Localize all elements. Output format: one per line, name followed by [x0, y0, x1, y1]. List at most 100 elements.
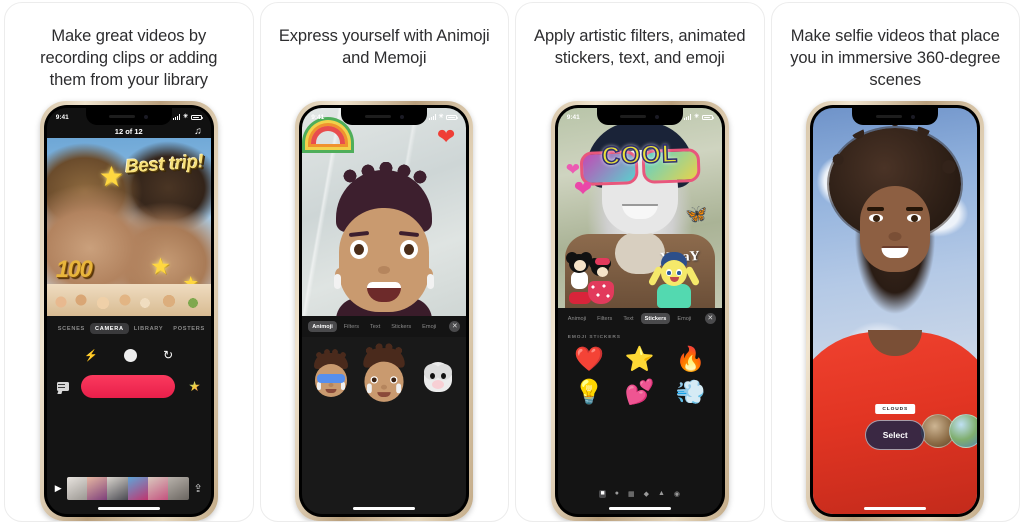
mouse-nose	[431, 380, 444, 389]
tool-animoji[interactable]: Animoji	[308, 321, 337, 332]
phone-screen: 9:41 ☀ COOL ❤ ❤ 🦋 Animoji Filters Text S…	[557, 108, 722, 514]
close-icon[interactable]: ✕	[704, 313, 716, 324]
tool-emoji[interactable]: Emoji	[673, 313, 695, 324]
shapes-icon[interactable]: ◆	[644, 490, 649, 498]
memoji-face	[334, 208, 435, 312]
memoji-portrait[interactable]	[357, 343, 411, 402]
tab-posters[interactable]: POSTERS	[168, 323, 210, 334]
tab-library[interactable]: LIBRARY	[129, 323, 169, 334]
star-sticker: ★	[98, 161, 124, 192]
dash-cloud-sticker[interactable]: 💨	[665, 380, 716, 405]
clip-thumb[interactable]	[107, 477, 128, 500]
tool-emoji[interactable]: Emoji	[418, 321, 440, 332]
cellular-signal-icon	[428, 114, 436, 120]
tool-stickers[interactable]: Stickers	[640, 313, 671, 324]
home-indicator	[97, 506, 160, 510]
close-icon[interactable]: ✕	[449, 321, 461, 332]
tab-scenes[interactable]: SCENES	[53, 323, 90, 334]
animoji-face	[314, 364, 347, 397]
timeline-strip[interactable]: ▶ ⇪	[47, 477, 211, 500]
landscape-scene-thumb[interactable]	[949, 414, 978, 448]
mouse-animoji[interactable]	[416, 353, 460, 397]
effects-icon[interactable]: ■	[599, 490, 606, 498]
front-camera-icon	[399, 114, 404, 119]
clip-thumb[interactable]	[147, 477, 169, 500]
animoji-picker	[302, 337, 467, 514]
screenshot-card-3[interactable]: Apply artistic filters, animated sticker…	[515, 2, 765, 522]
flip-camera-icon[interactable]: ↻	[163, 348, 173, 362]
share-icon[interactable]: ⇪	[194, 482, 203, 495]
joy-character-sticker	[647, 252, 701, 308]
tool-stickers[interactable]: Stickers	[387, 321, 415, 332]
screenshot-card-2[interactable]: Express yourself with Animoji and Memoji…	[259, 2, 509, 522]
record-button[interactable]	[81, 375, 176, 398]
airpod-icon	[340, 382, 345, 390]
caption-text: Best trip!	[124, 151, 205, 178]
photo-mode-icon[interactable]	[124, 348, 138, 362]
memoji-preview[interactable]: ❤	[302, 108, 467, 316]
memoji-mouth	[367, 282, 402, 302]
red-heart-sticker[interactable]: ❤️	[564, 347, 615, 372]
star-sticker: ★	[150, 253, 171, 279]
notch	[596, 108, 683, 125]
screenshot-card-1[interactable]: Make great videos by recording clips or …	[4, 2, 254, 522]
joy-dress	[656, 284, 691, 308]
mouse-head	[423, 362, 452, 392]
animoji-mouth	[377, 392, 391, 397]
tool-filters[interactable]: Filters	[340, 321, 363, 332]
music-note-icon[interactable]: ♫	[194, 126, 202, 137]
play-icon[interactable]: ▶	[55, 483, 62, 494]
clip-thumb[interactable]	[127, 477, 148, 500]
clip-thumb[interactable]	[86, 477, 108, 500]
tool-text[interactable]: Text	[366, 321, 384, 332]
filtered-photo-preview[interactable]: COOL ❤ ❤ 🦋 YaaaY	[557, 108, 722, 308]
status-indicators: ☀	[173, 114, 203, 120]
mickey-head	[565, 252, 592, 273]
minnie-head	[588, 258, 611, 277]
two-hearts-sticker[interactable]: 💕	[614, 380, 665, 405]
record-row: ★	[47, 375, 211, 398]
glowing-star-sticker[interactable]: ⭐	[614, 347, 665, 372]
video-preview[interactable]: ★ Best trip! ★ ★ 100	[46, 138, 211, 316]
flash-icon[interactable]: ⚡	[84, 349, 98, 362]
captions-icon[interactable]	[56, 382, 69, 391]
status-indicators: ☀	[684, 114, 714, 120]
clip-thumb[interactable]	[168, 477, 189, 500]
subject-eye	[869, 214, 884, 222]
filters-icon[interactable]: ●	[615, 490, 619, 498]
select-button[interactable]: Select	[865, 420, 926, 450]
phone-bezel: 9:41 ☀ ❤ Animoji Filters Text Stickers E…	[299, 105, 470, 517]
frame-icon[interactable]: ▦	[628, 490, 635, 498]
globe-icon[interactable]: ◉	[674, 490, 680, 498]
minnie-bow	[594, 258, 610, 265]
battery-icon	[701, 114, 714, 120]
tool-text[interactable]: Text	[619, 313, 637, 324]
memoji-with-glasses[interactable]	[309, 349, 353, 397]
subject-nose	[888, 232, 902, 241]
filmstrip[interactable]	[66, 477, 189, 500]
iphone-frame: CLOUDS Select	[806, 101, 985, 521]
scene-name-label: CLOUDS	[875, 404, 916, 414]
animoji-mouth	[325, 389, 337, 393]
tool-filters[interactable]: Filters	[593, 313, 616, 324]
minnie-mouse-sticker	[587, 254, 616, 304]
effects-star-icon[interactable]: ★	[188, 378, 201, 395]
fire-sticker[interactable]: 🔥	[665, 347, 716, 372]
animoji-eye	[370, 376, 379, 384]
memoji-brow	[349, 230, 370, 238]
clip-thumb[interactable]	[66, 477, 87, 500]
home-indicator	[608, 506, 671, 510]
phone-screen: CLOUDS Select	[813, 108, 978, 514]
airpod-icon	[316, 382, 321, 390]
subject-mouth	[881, 246, 909, 258]
light-bulb-sticker[interactable]: 💡	[564, 380, 615, 405]
tool-animoji[interactable]: Animoji	[564, 313, 590, 324]
alert-icon[interactable]: ▲	[658, 490, 665, 498]
tab-camera[interactable]: CAMERA	[89, 323, 129, 334]
front-camera-icon	[655, 114, 660, 119]
front-camera-icon	[144, 114, 149, 119]
subject-brow	[906, 207, 924, 211]
sticker-grid: ❤️ ⭐ 🔥 💡 💕 💨	[558, 345, 722, 407]
mode-tabs: SCENES CAMERA LIBRARY POSTERS	[47, 316, 211, 339]
screenshot-card-4[interactable]: Make selfie videos that place you in imm…	[770, 2, 1020, 522]
